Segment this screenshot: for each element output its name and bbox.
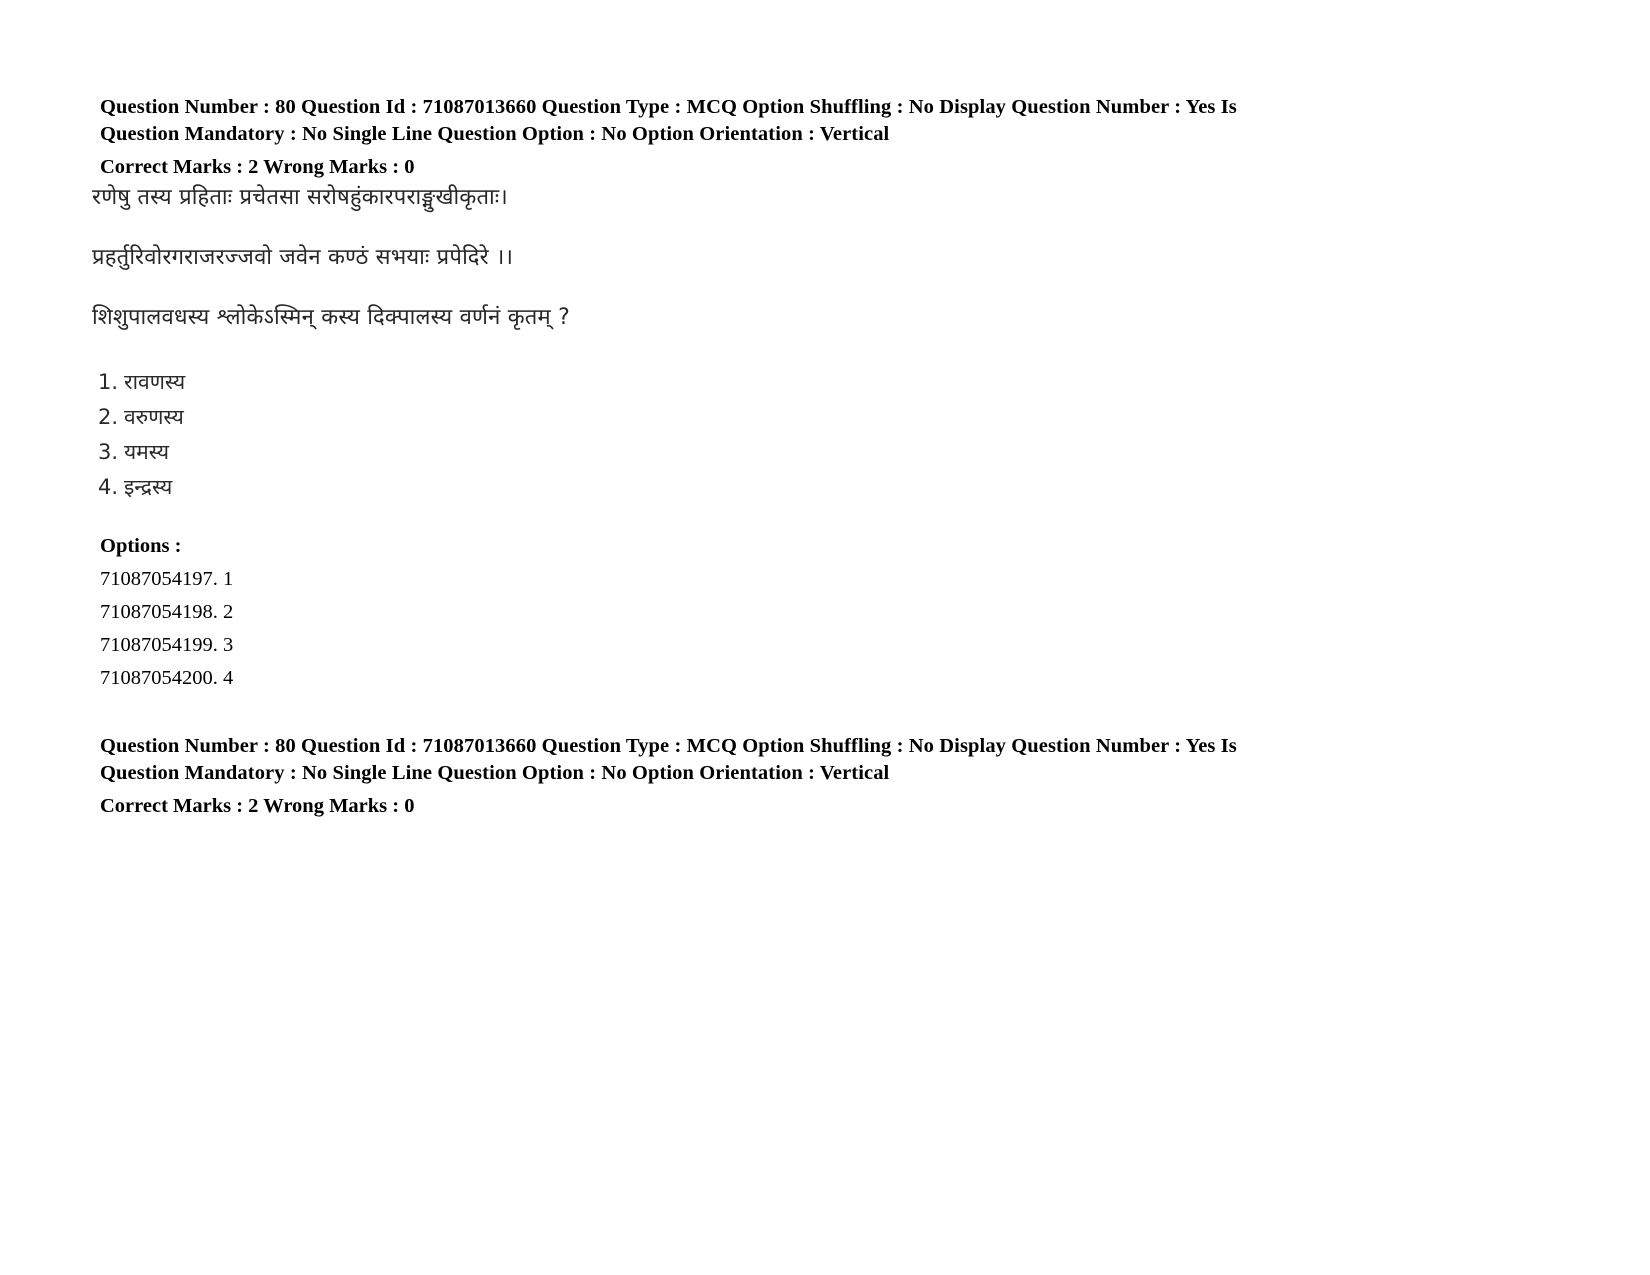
verse-line-2: प्रहर्तुरिवोरगराजरज्जवो जवेन कण्ठं सभयाः… bbox=[92, 245, 514, 270]
option-id-4-label: 4 bbox=[223, 667, 234, 689]
answer-choice-3-number: 3. bbox=[98, 440, 119, 464]
option-id-1-label: 1 bbox=[223, 568, 234, 590]
scanned-question-passage: रणेषु तस्य प्रहिताः प्रचेतसा सरोषहुंकारप… bbox=[92, 183, 732, 505]
metadata-line-1-bottom: Question Number : 80 Question Id : 71087… bbox=[100, 735, 1237, 757]
answer-choices-list: 1. रावणस्य 2. वरुणस्य 3. यमस्य 4. इन्द्रस्य bbox=[92, 365, 732, 505]
metadata-line-2-bottom: Question Mandatory : No Single Line Ques… bbox=[100, 762, 890, 784]
answer-choice-1-label: रावणस्य bbox=[124, 370, 186, 394]
metadata-line-1-top: Question Number : 80 Question Id : 71087… bbox=[100, 96, 1237, 118]
answer-choice-2-label: वरुणस्य bbox=[124, 405, 184, 429]
option-id-row-4: 71087054200. 4 bbox=[100, 662, 600, 695]
question-page: Question Number : 80 Question Id : 71087… bbox=[0, 0, 1650, 1275]
answer-choice-3-label: यमस्य bbox=[124, 440, 170, 464]
option-id-4: 71087054200. bbox=[100, 667, 218, 689]
option-id-3: 71087054199. bbox=[100, 634, 218, 656]
answer-choice-1[interactable]: 1. रावणस्य bbox=[98, 365, 732, 400]
answer-choice-2[interactable]: 2. वरुणस्य bbox=[98, 400, 732, 435]
metadata-line-2-top: Question Mandatory : No Single Line Ques… bbox=[100, 123, 890, 145]
answer-choice-3[interactable]: 3. यमस्य bbox=[98, 435, 732, 470]
option-id-row-2: 71087054198. 2 bbox=[100, 596, 600, 629]
answer-choice-4[interactable]: 4. इन्द्रस्य bbox=[98, 470, 732, 505]
answer-choice-4-number: 4. bbox=[98, 475, 119, 499]
answer-choice-4-label: इन्द्रस्य bbox=[124, 475, 173, 499]
answer-choice-2-number: 2. bbox=[98, 405, 119, 429]
option-id-row-1: 71087054197. 1 bbox=[100, 563, 600, 596]
answer-choice-1-number: 1. bbox=[98, 370, 119, 394]
option-id-2: 71087054198. bbox=[100, 601, 218, 623]
options-heading: Options : bbox=[100, 535, 182, 557]
options-id-section: Options : 71087054197. 1 71087054198. 2 … bbox=[100, 530, 600, 695]
question-metadata-header-top: Question Number : 80 Question Id : 71087… bbox=[100, 94, 1430, 181]
option-id-3-label: 3 bbox=[223, 634, 234, 656]
marks-line-bottom: Correct Marks : 2 Wrong Marks : 0 bbox=[100, 795, 415, 817]
option-id-2-label: 2 bbox=[223, 601, 234, 623]
question-prompt-text: शिशुपालवधस्य श्लोकेऽस्मिन् कस्य दिक्पालस… bbox=[92, 305, 570, 330]
option-id-row-3: 71087054199. 3 bbox=[100, 629, 600, 662]
marks-line-top: Correct Marks : 2 Wrong Marks : 0 bbox=[100, 156, 415, 178]
verse-line-1: रणेषु तस्य प्रहिताः प्रचेतसा सरोषहुंकारप… bbox=[92, 185, 508, 210]
option-id-1: 71087054197. bbox=[100, 568, 218, 590]
question-metadata-header-bottom: Question Number : 80 Question Id : 71087… bbox=[100, 733, 1430, 820]
